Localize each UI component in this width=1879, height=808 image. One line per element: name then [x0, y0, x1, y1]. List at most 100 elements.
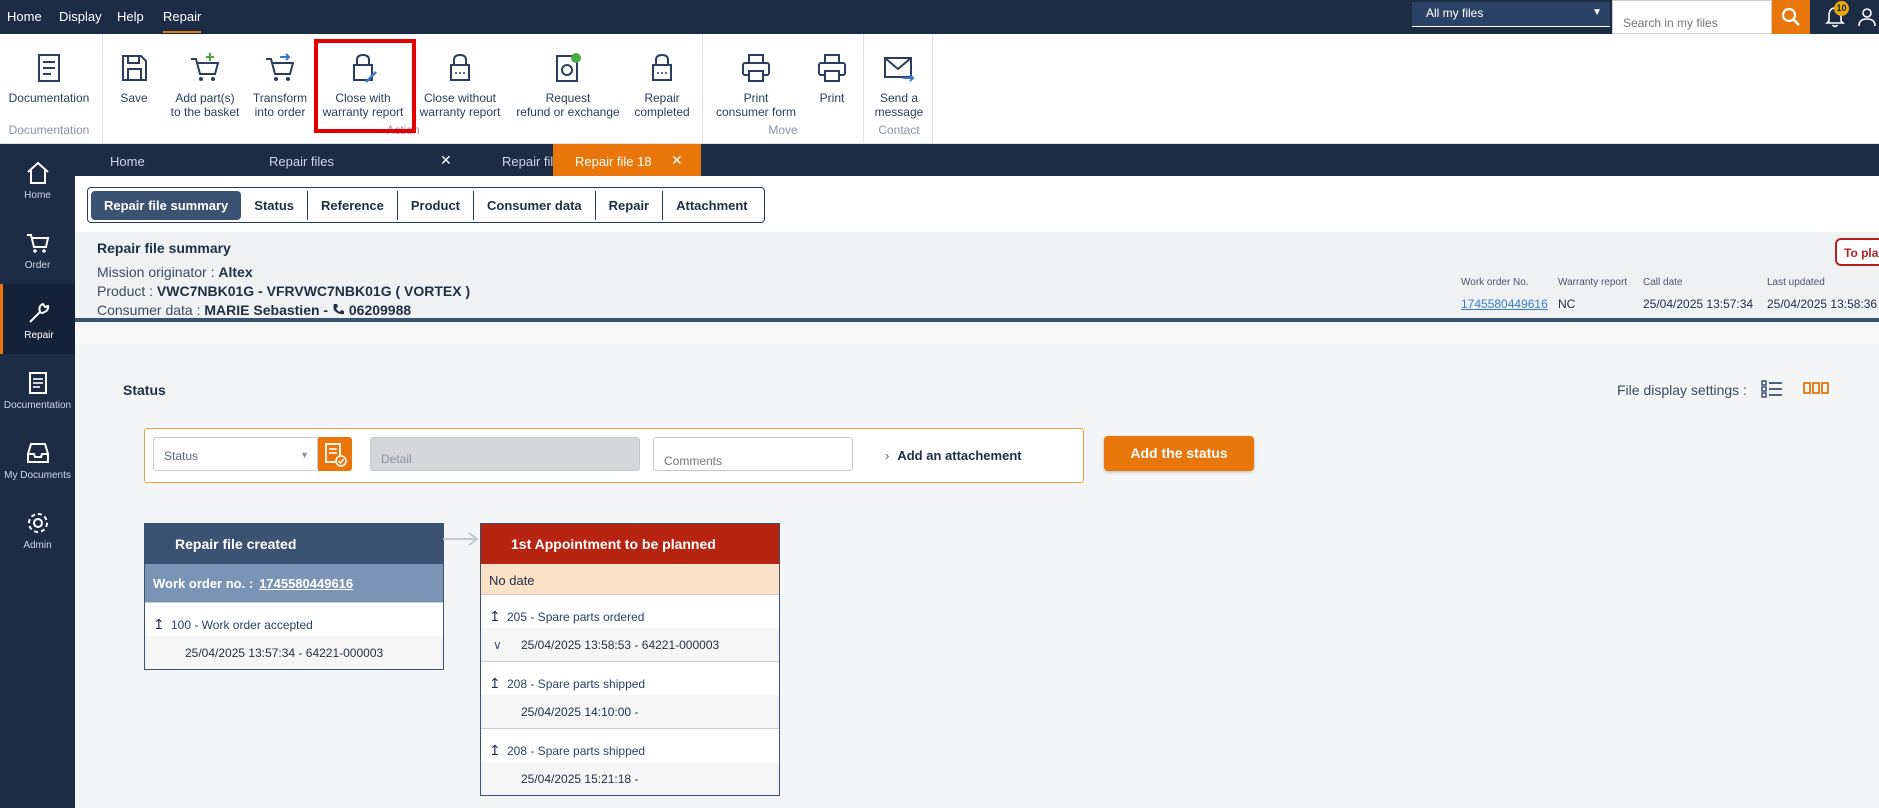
- subnav-consumer-data[interactable]: Consumer data: [474, 190, 596, 220]
- call-date-label: Call date: [1643, 277, 1683, 288]
- upload-arrow-icon: ↥: [489, 608, 501, 624]
- chevron-down-icon[interactable]: ∨: [493, 638, 502, 652]
- print-consumer-label-2: consumer form: [715, 105, 797, 119]
- work-order-sub-link[interactable]: 1745580449616: [259, 576, 353, 591]
- subnav-attachment[interactable]: Attachment: [663, 191, 761, 220]
- status-badge: To plan: [1835, 238, 1879, 266]
- main-content: Repair file summary Status Reference Pro…: [75, 176, 1879, 808]
- send-message-label-1: Send a: [879, 91, 919, 105]
- consumer-name: MARIE Sebastien -: [204, 302, 332, 318]
- close-icon[interactable]: ✕: [440, 152, 452, 169]
- left-sidebar: Home Order Repair Documentation My Docum…: [0, 144, 75, 808]
- status-picker-button[interactable]: [318, 437, 352, 471]
- work-order-sub-label: Work order no. :: [153, 576, 254, 591]
- cart-transform-icon: [266, 53, 295, 81]
- subnav-reference[interactable]: Reference: [308, 190, 398, 220]
- sidebar-item-admin[interactable]: Admin: [0, 494, 75, 564]
- mission-originator-value: Altex: [218, 264, 253, 280]
- print-consumer-label-1: Print: [743, 91, 769, 105]
- work-order-link[interactable]: 1745580449616: [1461, 297, 1548, 311]
- upload-arrow-icon: ↥: [489, 675, 501, 691]
- sidebar-item-order[interactable]: Order: [0, 214, 75, 284]
- event-title: ↥ 208 - Spare parts shipped: [481, 662, 779, 695]
- event-meta: 25/04/2025 14:10:00 -: [481, 695, 779, 728]
- search-icon: [1781, 7, 1800, 26]
- subnav-area: Repair file summary Status Reference Pro…: [75, 176, 1879, 232]
- consumer-phone: 06209988: [348, 302, 412, 318]
- group-label-move: Move: [768, 123, 798, 137]
- tab-repair-file-18[interactable]: Repair file 18 ✕: [553, 144, 701, 176]
- status-select[interactable]: Status ▼: [153, 437, 318, 471]
- file-tab-bar: Home Repair files ✕ Repair file 13 ✕ Rep…: [75, 144, 1879, 176]
- save-icon: [122, 55, 147, 81]
- tab-label: Home: [110, 154, 145, 169]
- column-view-icon[interactable]: [1803, 381, 1829, 395]
- search-input[interactable]: [1612, 0, 1772, 34]
- flow-arrow-icon: [443, 532, 479, 546]
- file-scope-select[interactable]: All my files ▼: [1412, 2, 1610, 27]
- sidebar-item-my-documents[interactable]: My Documents: [0, 424, 75, 494]
- summary-title: Repair file summary: [97, 240, 231, 256]
- list-item: ↥ 100 - Work order accepted 25/04/2025 13…: [145, 602, 443, 669]
- menu-home[interactable]: Home: [7, 9, 42, 24]
- last-updated-label: Last updated: [1767, 277, 1825, 288]
- menu-repair[interactable]: Repair: [163, 9, 202, 33]
- close-without-label-1: Close without: [423, 91, 497, 105]
- subnav-status[interactable]: Status: [241, 190, 309, 220]
- upload-arrow-icon: ↥: [153, 616, 165, 632]
- add-attachment-link[interactable]: › Add an attachement: [885, 448, 1022, 463]
- list-view-icon[interactable]: [1761, 379, 1783, 399]
- event-title: ↥ 205 - Spare parts ordered: [481, 595, 779, 628]
- status-select-placeholder: Status: [164, 449, 199, 463]
- product-line: Product : VWC7NBK01G - VFRVWC7NBK01G ( V…: [97, 283, 470, 299]
- last-updated-value: 25/04/2025 13:58:36: [1767, 297, 1878, 311]
- refund-icon: [556, 53, 581, 82]
- repair-file-subnav: Repair file summary Status Reference Pro…: [87, 187, 765, 223]
- chevron-down-icon: ▼: [1592, 7, 1602, 18]
- documentation-label: Documentation: [8, 91, 90, 105]
- menu-help[interactable]: Help: [117, 9, 144, 24]
- sidebar-item-label: Home: [24, 190, 51, 201]
- phone-icon: [333, 304, 344, 315]
- consumer-line: Consumer data : MARIE Sebastien - 062099…: [97, 302, 411, 318]
- sidebar-item-home[interactable]: Home: [0, 144, 75, 214]
- sidebar-item-label: Admin: [23, 540, 52, 551]
- file-display-settings-label: File display settings :: [1617, 382, 1747, 398]
- user-icon[interactable]: [1856, 6, 1878, 28]
- status-card-repair-file-created: Repair file created Work order no. : 1745…: [144, 523, 444, 670]
- search-button[interactable]: [1772, 0, 1810, 34]
- status-card-1st-appointment: 1st Appointment to be planned No date ↥ 2…: [480, 523, 780, 796]
- upload-arrow-icon: ↥: [489, 742, 501, 758]
- add-status-form: Status ▼ Detail › Add an attachement: [144, 428, 1084, 483]
- ribbon-separator: [863, 34, 864, 144]
- event-title-text: 208 - Spare parts shipped: [507, 677, 646, 691]
- subnav-product[interactable]: Product: [398, 190, 475, 220]
- event-meta-text: 25/04/2025 13:58:53 - 64221-000003: [521, 638, 720, 652]
- menu-display[interactable]: Display: [59, 9, 102, 24]
- card-subheader: Work order no. : 1745580449616: [145, 564, 443, 602]
- transform-label-1: Transform: [252, 91, 308, 105]
- add-status-button[interactable]: Add the status: [1104, 436, 1254, 471]
- list-item[interactable]: ↥ 205 - Spare parts ordered ∨ 25/04/2025 …: [481, 594, 779, 661]
- cart-icon: [26, 234, 49, 253]
- document-icon: [38, 54, 60, 82]
- sidebar-item-label: Order: [24, 260, 51, 271]
- close-icon[interactable]: ✕: [671, 152, 683, 169]
- event-title: ↥ 208 - Spare parts shipped: [481, 729, 779, 762]
- ribbon-separator: [702, 34, 703, 144]
- comments-input[interactable]: [653, 437, 853, 471]
- tab-repair-files[interactable]: Repair files ✕: [225, 144, 458, 176]
- ribbon-separator: [102, 34, 103, 144]
- transform-label-2: into order: [254, 105, 306, 119]
- sidebar-item-repair[interactable]: Repair: [0, 284, 75, 354]
- warranty-report-label: Warranty report: [1558, 277, 1628, 288]
- subnav-repair-file-summary[interactable]: Repair file summary: [91, 190, 242, 220]
- sidebar-item-documentation[interactable]: Documentation: [0, 354, 75, 424]
- status-section-title: Status: [123, 382, 166, 398]
- event-meta: 25/04/2025 13:57:34 - 64221-000003: [145, 636, 443, 669]
- add-parts-label-2: to the basket: [170, 105, 240, 119]
- subnav-repair[interactable]: Repair: [596, 190, 664, 220]
- add-attachment-label: Add an attachement: [897, 448, 1022, 463]
- mission-originator-line: Mission originator : Altex: [97, 264, 253, 280]
- tab-home[interactable]: Home: [75, 144, 225, 176]
